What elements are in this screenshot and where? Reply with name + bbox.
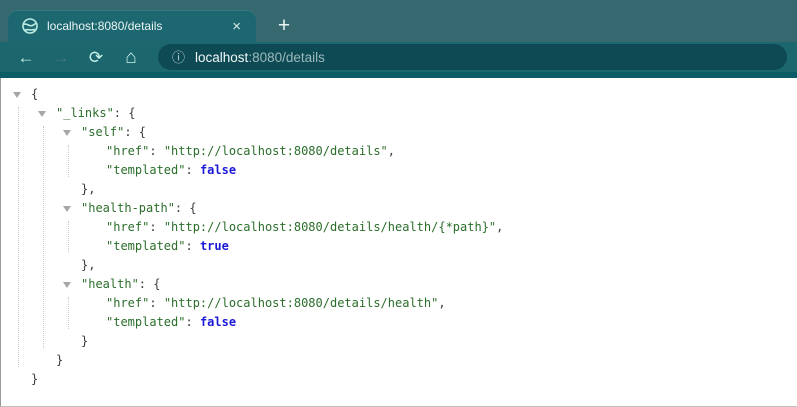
- json-token-str: "http://localhost:8080/details/health/{*…: [163, 220, 497, 234]
- json-token-kw: true: [199, 239, 229, 253]
- collapse-toggle-icon[interactable]: [38, 111, 46, 117]
- json-line: }: [1, 370, 797, 389]
- page-info-icon[interactable]: ⓘ: [172, 51, 185, 64]
- collapse-toggle-icon[interactable]: [13, 92, 21, 98]
- json-token-key: "templated": [106, 315, 186, 329]
- collapse-toggle-icon[interactable]: [63, 282, 71, 288]
- json-token-punct: :: [185, 163, 200, 177]
- json-token-punct: : {: [113, 106, 136, 120]
- json-token-punct: : {: [124, 125, 147, 139]
- browser-toolbar: ← → ⟳ ⌂ ⓘ localhost:8080/details: [0, 42, 797, 72]
- json-token-punct: {: [31, 87, 39, 101]
- json-line: "health": {: [1, 275, 797, 294]
- json-token-punct: :: [149, 220, 164, 234]
- json-line: "templated": true: [1, 237, 797, 256]
- json-line: }: [1, 351, 797, 370]
- json-line: "templated": false: [1, 313, 797, 332]
- tab-title: localhost:8080/details: [47, 19, 163, 33]
- collapse-toggle-icon[interactable]: [63, 130, 71, 136]
- json-token-kw: false: [199, 315, 237, 329]
- address-bar[interactable]: ⓘ localhost:8080/details: [158, 44, 787, 70]
- json-line: "self": {: [1, 123, 797, 142]
- json-token-punct: }: [81, 334, 89, 348]
- json-line: "_links": {: [1, 104, 797, 123]
- json-line: "href": "http://localhost:8080/details/h…: [1, 218, 797, 237]
- indent-guide: [68, 145, 69, 177]
- indent-guide: [18, 107, 19, 367]
- json-token-punct: :: [149, 296, 164, 310]
- json-line: },: [1, 256, 797, 275]
- json-token-punct: ,: [387, 144, 396, 158]
- json-token-punct: :: [149, 144, 164, 158]
- json-token-str: "http://localhost:8080/details/health": [163, 296, 439, 310]
- json-token-key: "templated": [106, 239, 186, 253]
- json-line: {: [1, 85, 797, 104]
- json-line: "health-path": {: [1, 199, 797, 218]
- url-text: localhost:8080/details: [195, 50, 325, 65]
- json-token-key: "health-path": [81, 201, 175, 215]
- close-tab-icon[interactable]: ×: [227, 17, 246, 36]
- json-token-key: "self": [81, 125, 125, 139]
- indent-guide: [68, 297, 69, 329]
- indent-guide: [68, 221, 69, 253]
- forward-icon[interactable]: →: [49, 49, 73, 66]
- json-token-key: "_links": [56, 106, 114, 120]
- json-token-key: "health": [81, 277, 139, 291]
- browser-window: localhost:8080/details × + ← → ⟳ ⌂ ⓘ loc…: [0, 0, 797, 407]
- json-token-punct: },: [81, 258, 96, 272]
- json-token-kw: false: [199, 163, 237, 177]
- json-token-punct: }: [56, 353, 64, 367]
- globe-icon: [22, 18, 38, 34]
- new-tab-button[interactable]: +: [270, 12, 298, 40]
- json-token-punct: : {: [138, 277, 161, 291]
- json-token-punct: :: [185, 239, 200, 253]
- json-token-str: "http://localhost:8080/details": [163, 144, 388, 158]
- json-token-key: "href": [106, 144, 150, 158]
- url-host: localhost: [195, 49, 249, 65]
- json-token-key: "href": [106, 220, 150, 234]
- tab-strip: localhost:8080/details × +: [0, 0, 797, 42]
- json-token-punct: }: [31, 372, 39, 386]
- json-line: "href": "http://localhost:8080/details/h…: [1, 294, 797, 313]
- home-icon[interactable]: ⌂: [119, 48, 143, 67]
- json-token-punct: : {: [174, 201, 197, 215]
- json-line: "templated": false: [1, 161, 797, 180]
- json-token-punct: ,: [438, 296, 446, 310]
- json-token-punct: },: [81, 182, 96, 196]
- collapse-toggle-icon[interactable]: [63, 206, 71, 212]
- json-line: }: [1, 332, 797, 351]
- json-token-key: "templated": [106, 163, 186, 177]
- json-token-punct: ,: [496, 220, 504, 234]
- reload-icon[interactable]: ⟳: [84, 49, 108, 66]
- browser-tab[interactable]: localhost:8080/details ×: [8, 10, 256, 42]
- url-path: :8080/details: [248, 49, 325, 65]
- indent-guide: [43, 126, 44, 348]
- json-tree: {"_links": {"self": {"href": "http://loc…: [0, 78, 797, 407]
- back-icon[interactable]: ←: [14, 49, 38, 66]
- json-line: "href": "http://localhost:8080/details",: [1, 142, 797, 161]
- json-token-punct: :: [185, 315, 200, 329]
- json-token-key: "href": [106, 296, 150, 310]
- json-line: },: [1, 180, 797, 199]
